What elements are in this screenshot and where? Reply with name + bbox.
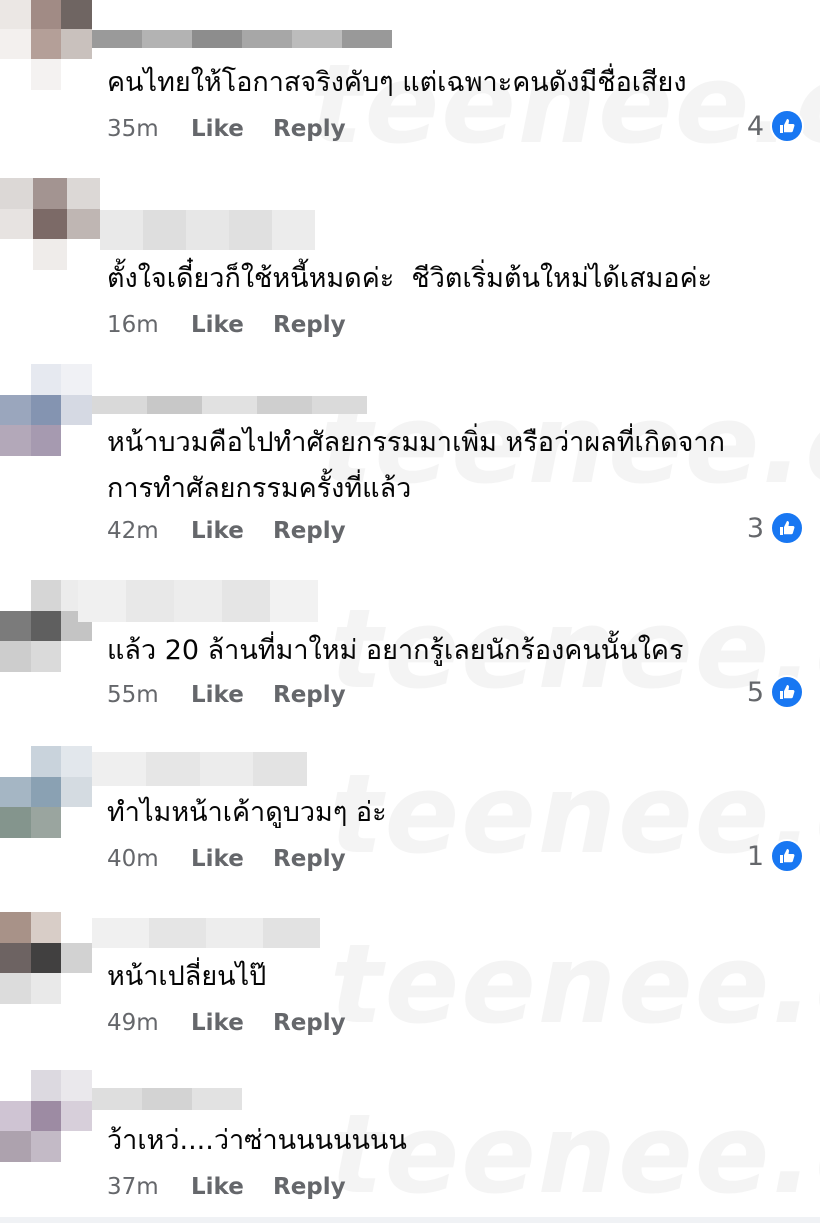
like-button[interactable]: Like — [191, 1174, 273, 1200]
reaction-count[interactable]: 3 — [747, 510, 804, 546]
avatar[interactable] — [0, 178, 100, 270]
thumbs-up-icon — [770, 839, 804, 873]
reaction-count[interactable]: 4 — [747, 108, 804, 144]
reply-button[interactable]: Reply — [273, 1174, 346, 1200]
comment-text: คนไทยให้โอกาสจริงคับๆ แต่เฉพาะคนดังมีชื่… — [107, 67, 687, 98]
bottom-divider — [0, 1217, 820, 1223]
comment-time[interactable]: 16m — [107, 312, 191, 338]
reply-button[interactable]: Reply — [273, 682, 346, 708]
comment-time[interactable]: 55m — [107, 682, 191, 708]
reply-button[interactable]: Reply — [273, 1010, 346, 1036]
like-button[interactable]: Like — [191, 846, 273, 872]
avatar[interactable] — [0, 0, 92, 90]
blurred-author-name[interactable] — [78, 580, 318, 622]
avatar[interactable] — [0, 746, 92, 838]
reaction-count[interactable]: 1 — [747, 838, 804, 874]
reaction-number: 1 — [746, 840, 764, 872]
comment-text: หน้าเปลี่ยนไป๊ — [107, 961, 267, 992]
comment-actions: 16m Like Reply — [107, 308, 346, 342]
reply-button[interactable]: Reply — [273, 116, 346, 142]
comment-actions: 55m Like Reply — [107, 678, 346, 712]
comment-actions: 49m Like Reply — [107, 1006, 346, 1040]
thumbs-up-icon — [770, 675, 804, 709]
avatar[interactable] — [0, 1070, 92, 1162]
comment-text: ว้าเหว่....ว่าซ่านนนนนนน — [107, 1125, 407, 1156]
avatar[interactable] — [0, 364, 92, 456]
thumbs-up-icon — [770, 109, 804, 143]
reply-button[interactable]: Reply — [273, 312, 346, 338]
like-button[interactable]: Like — [191, 682, 273, 708]
comment-time[interactable]: 35m — [107, 116, 191, 142]
blurred-author-name[interactable] — [92, 1088, 242, 1110]
reaction-number: 3 — [746, 512, 764, 544]
like-button[interactable]: Like — [191, 312, 273, 338]
reaction-number: 4 — [746, 110, 764, 142]
blurred-author-name[interactable] — [92, 752, 307, 786]
blurred-author-name[interactable] — [92, 918, 320, 948]
blurred-author-name[interactable] — [92, 30, 392, 48]
thumbs-up-icon — [770, 511, 804, 545]
comment-actions: 37m Like Reply — [107, 1170, 346, 1204]
comment-time[interactable]: 40m — [107, 846, 191, 872]
reply-button[interactable]: Reply — [273, 518, 346, 544]
reaction-number: 5 — [746, 676, 764, 708]
comment-text: ทำไมหน้าเค้าดูบวมๆ อ่ะ — [107, 797, 387, 828]
blurred-author-name[interactable] — [100, 210, 315, 250]
like-button[interactable]: Like — [191, 518, 273, 544]
comment-actions: 35m Like Reply — [107, 112, 346, 146]
like-button[interactable]: Like — [191, 116, 273, 142]
comment-text: ตั้งใจเดี๋ยวก็ใช้หนี้หมดค่ะ ชีวิตเริ่มต้… — [107, 263, 713, 294]
comment-time[interactable]: 37m — [107, 1174, 191, 1200]
avatar[interactable] — [0, 912, 92, 1004]
comment-text: แล้ว 20 ล้านที่มาใหม่ อยากรู้เลยนักร้องค… — [107, 635, 684, 666]
like-button[interactable]: Like — [191, 1010, 273, 1036]
comment-time[interactable]: 42m — [107, 518, 191, 544]
comment-time[interactable]: 49m — [107, 1010, 191, 1036]
comment-actions: 40m Like Reply — [107, 842, 346, 876]
reply-button[interactable]: Reply — [273, 846, 346, 872]
comment-text: หน้าบวมคือไปทำศัลยกรรมมาเพิ่ม หรือว่าผลท… — [107, 427, 725, 504]
comment-actions: 42m Like Reply — [107, 514, 346, 548]
blurred-author-name[interactable] — [92, 396, 367, 414]
reaction-count[interactable]: 5 — [747, 674, 804, 710]
